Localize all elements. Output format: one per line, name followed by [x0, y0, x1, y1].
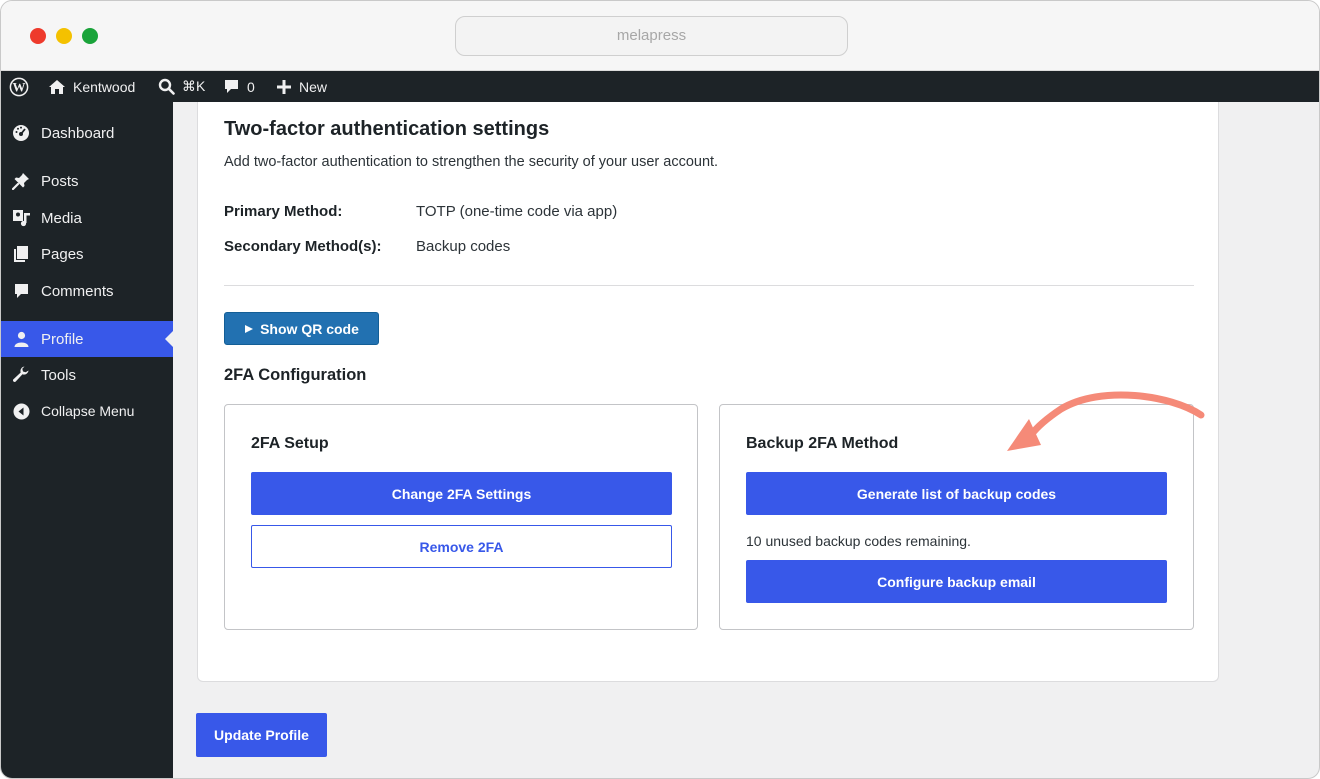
remove-2fa-button[interactable]: Remove 2FA [251, 525, 672, 568]
section-divider [224, 285, 1194, 286]
browser-titlebar: melapress [1, 1, 1319, 71]
wordpress-logo-button[interactable]: W [9, 71, 29, 102]
sidebar-item-label: Media [41, 209, 82, 227]
home-icon [49, 79, 65, 94]
show-qr-code-button[interactable]: Show QR code [224, 312, 379, 345]
sidebar-item-label: Tools [41, 366, 77, 384]
admin-sidebar: Dashboard Posts Media Pages Comments Pro… [1, 102, 173, 778]
show-qr-code-label: Show QR code [260, 320, 359, 337]
new-label: New [299, 78, 328, 95]
svg-text:W: W [13, 79, 26, 94]
backup-codes-remaining: 10 unused backup codes remaining. [746, 533, 971, 549]
sidebar-item-media[interactable]: Media [1, 200, 173, 236]
sidebar-item-comments[interactable]: Comments [1, 273, 173, 309]
sidebar-item-posts[interactable]: Posts [1, 163, 173, 199]
sidebar-item-label: Dashboard [41, 124, 115, 142]
comments-count: 0 [247, 78, 255, 95]
search-icon [158, 78, 175, 95]
wp-admin-bar: W Kentwood ⌘K 0 New [1, 71, 1319, 102]
primary-method-value: TOTP (one-time code via app) [416, 203, 618, 220]
sidebar-item-label: Posts [41, 172, 79, 190]
media-icon [1, 209, 41, 227]
maximize-window-button[interactable] [82, 28, 98, 44]
dashboard-icon [1, 124, 41, 142]
generate-backup-codes-button[interactable]: Generate list of backup codes [746, 472, 1167, 515]
update-profile-button[interactable]: Update Profile [196, 713, 327, 757]
sidebar-item-label: Collapse Menu [41, 403, 135, 419]
sidebar-item-tools[interactable]: Tools [1, 357, 173, 393]
sidebar-item-profile[interactable]: Profile [1, 321, 173, 357]
site-name: Kentwood [73, 78, 136, 95]
comment-icon [225, 80, 238, 93]
sidebar-item-label: Comments [41, 282, 114, 300]
sidebar-item-pages[interactable]: Pages [1, 236, 173, 272]
configure-backup-email-button[interactable]: Configure backup email [746, 560, 1167, 603]
wordpress-icon: W [9, 77, 29, 96]
plus-icon [277, 79, 291, 94]
backup-panel-title: Backup 2FA Method [746, 435, 899, 452]
secondary-method-value: Backup codes [416, 238, 511, 255]
sidebar-item-label: Profile [41, 330, 84, 348]
user-icon [1, 331, 41, 348]
collapse-icon [1, 403, 41, 420]
search-shortcut: ⌘K [182, 78, 206, 94]
comments-link[interactable]: 0 [223, 71, 255, 102]
primary-method-label: Primary Method: [224, 203, 343, 220]
play-triangle-icon [245, 324, 254, 333]
wrench-icon [1, 366, 41, 384]
annotation-arrow-icon [1007, 391, 1205, 451]
change-2fa-settings-button[interactable]: Change 2FA Settings [251, 472, 672, 515]
sidebar-item-dashboard[interactable]: Dashboard [1, 115, 173, 151]
command-search-button[interactable]: ⌘K [158, 71, 205, 102]
close-window-button[interactable] [30, 28, 46, 44]
setup-panel: 2FA Setup Change 2FA Settings Remove 2FA [224, 404, 698, 630]
secondary-method-label: Secondary Method(s): [224, 238, 382, 255]
address-bar[interactable]: melapress [455, 16, 848, 56]
minimize-window-button[interactable] [56, 28, 72, 44]
browser-window: melapress W Kentwood ⌘K 0 New Dashboard … [0, 0, 1320, 779]
collapse-menu-button[interactable]: Collapse Menu [1, 393, 173, 429]
pushpin-icon [1, 172, 41, 190]
new-content-button[interactable]: New [276, 71, 327, 102]
comments-icon [1, 283, 41, 300]
page-description: Add two-factor authentication to strengt… [224, 154, 719, 170]
configuration-heading: 2FA Configuration [224, 366, 367, 384]
site-name-link[interactable]: Kentwood [48, 71, 135, 102]
sidebar-item-label: Pages [41, 245, 84, 263]
setup-panel-title: 2FA Setup [251, 435, 329, 452]
pages-icon [1, 245, 41, 263]
page-title: Two-factor authentication settings [224, 118, 550, 140]
